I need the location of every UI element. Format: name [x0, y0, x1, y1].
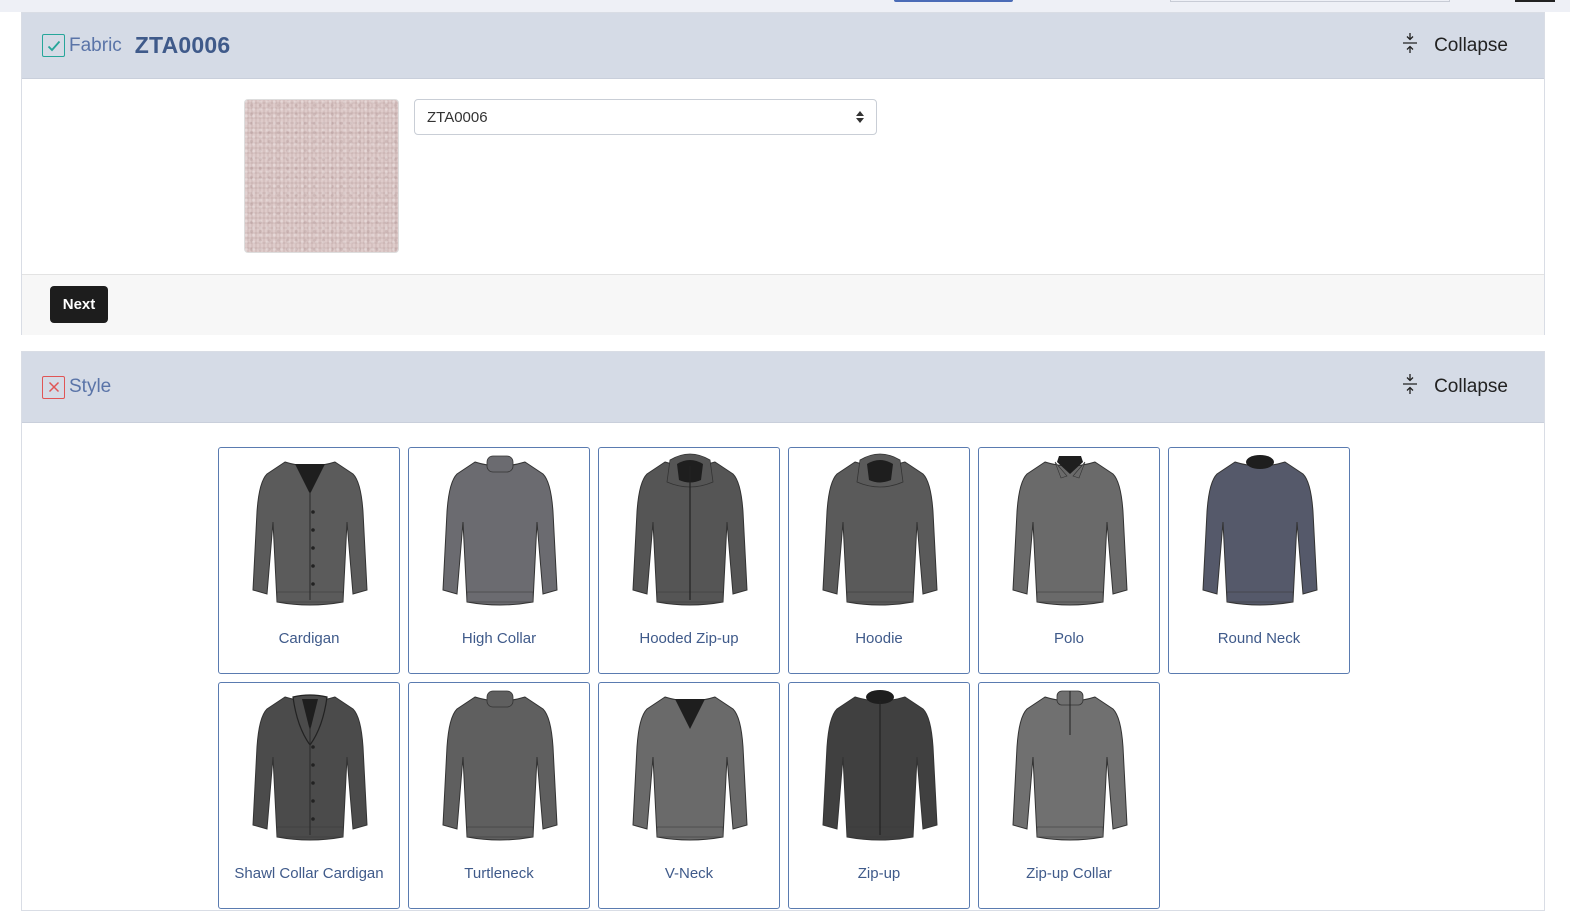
style-option-label: V-Neck [664, 865, 714, 882]
fabric-collapse-button[interactable]: Collapse [1402, 32, 1508, 60]
style-grid: Cardigan High Collar Hooded Zip-up Hoodi… [218, 447, 1350, 909]
fabric-header[interactable]: Fabric ZTA0006 Collapse [22, 13, 1544, 79]
active-tab-indicator [894, 0, 1013, 2]
fabric-select-value: ZTA0006 [427, 108, 488, 126]
fabric-section: Fabric ZTA0006 Collapse ZTA0006 Next [21, 12, 1545, 335]
turtleneck-sweater-icon [442, 690, 558, 841]
style-option-tile[interactable]: V-Neck [598, 682, 780, 909]
style-option-label: Shawl Collar Cardigan [234, 865, 384, 882]
collapse-icon [1402, 373, 1418, 401]
collapse-label: Collapse [1434, 376, 1508, 397]
style-option-tile[interactable]: Cardigan [218, 447, 400, 674]
next-button[interactable]: Next [50, 286, 108, 323]
style-option-tile[interactable]: Polo [978, 447, 1160, 674]
toolbar-button-edge [1515, 0, 1555, 2]
fabric-swatch-image [244, 99, 399, 253]
fabric-footer: Next [22, 274, 1544, 335]
collapse-icon [1402, 32, 1418, 60]
style-option-tile[interactable]: Zip-up Collar [978, 682, 1160, 909]
check-icon [42, 34, 65, 57]
style-option-label: Zip-up [857, 865, 901, 882]
style-option-tile[interactable]: Hoodie [788, 447, 970, 674]
round-neck-sweater-icon [1202, 455, 1318, 606]
fabric-select[interactable]: ZTA0006 [414, 99, 877, 135]
fabric-label: Fabric [69, 34, 122, 56]
style-option-label: High Collar [461, 630, 537, 647]
fabric-selected-value: ZTA0006 [134, 32, 231, 58]
fabric-body: ZTA0006 [22, 79, 1544, 274]
hoodie-icon [822, 453, 938, 606]
style-label: Style [69, 376, 112, 397]
style-section: Style Collapse Cardigan High Collar Hood… [21, 351, 1545, 911]
top-toolbar-strip [0, 0, 1570, 12]
high-collar-sweater-icon [442, 455, 558, 606]
style-option-label: Cardigan [278, 630, 340, 647]
v-neck-sweater-icon [632, 696, 748, 841]
style-collapse-button[interactable]: Collapse [1402, 373, 1508, 401]
style-option-label: Hooded Zip-up [639, 630, 739, 647]
style-option-label: Round Neck [1217, 630, 1301, 647]
style-option-tile[interactable]: Hooded Zip-up [598, 447, 780, 674]
style-option-tile[interactable]: Zip-up [788, 682, 970, 909]
select-caret-icon [856, 111, 864, 123]
style-option-label: Turtleneck [464, 865, 534, 882]
collapse-label: Collapse [1434, 34, 1508, 56]
hooded-zip-up-icon [632, 453, 748, 606]
polo-sweater-icon [1012, 456, 1128, 606]
style-option-tile[interactable]: Shawl Collar Cardigan [218, 682, 400, 909]
zip-up-sweater-icon [822, 690, 938, 841]
style-option-label: Hoodie [855, 630, 903, 647]
style-option-label: Zip-up Collar [1026, 865, 1112, 882]
zip-up-collar-sweater-icon [1012, 690, 1128, 841]
toolbar-inputs-edge [1170, 0, 1450, 2]
style-option-tile[interactable]: Turtleneck [408, 682, 590, 909]
style-option-tile[interactable]: High Collar [408, 447, 590, 674]
cardigan-icon [252, 461, 368, 606]
style-header[interactable]: Style Collapse [22, 352, 1544, 423]
shawl-collar-cardigan-icon [252, 694, 368, 841]
style-option-tile[interactable]: Round Neck [1168, 447, 1350, 674]
close-icon [42, 375, 65, 399]
style-option-label: Polo [1053, 630, 1085, 647]
